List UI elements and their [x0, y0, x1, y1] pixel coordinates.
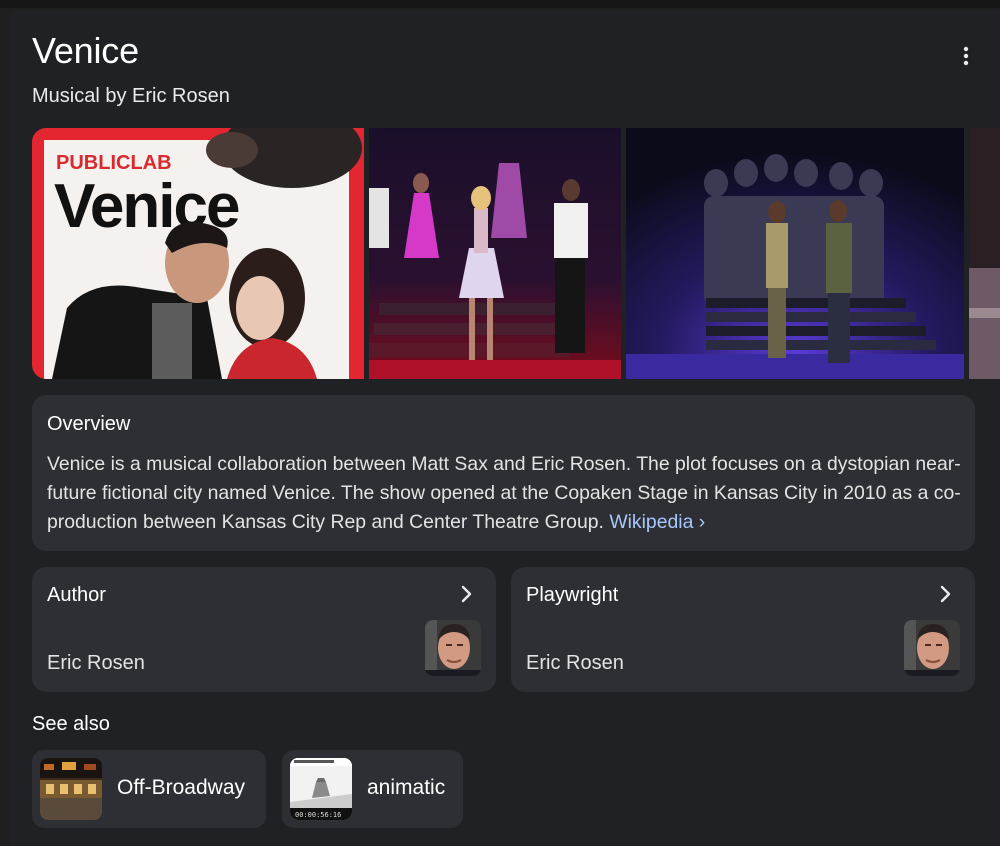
see-also-heading: See also [32, 713, 110, 735]
off-broadway-thumbnail [40, 758, 102, 820]
see-also-item-off-broadway[interactable]: Off-Broadway [32, 750, 266, 828]
author-label: Author [47, 584, 106, 606]
panel-title: Venice [32, 30, 139, 71]
see-also-item-animatic[interactable]: 00:00:56:16 animatic [282, 750, 463, 828]
stage-photo-ensemble[interactable] [626, 128, 964, 379]
image-carousel: PUBLICLAB Venice [32, 128, 1000, 379]
panel-subtitle: Musical by Eric Rosen [32, 85, 230, 107]
playwright-name: Eric Rosen [526, 652, 624, 674]
chevron-right-icon [940, 585, 951, 603]
overview-description: Venice is a musical collaboration betwee… [47, 453, 961, 533]
stage-photo-partial[interactable] [969, 128, 1000, 379]
author-name: Eric Rosen [47, 652, 145, 674]
chevron-right-icon [461, 585, 472, 603]
author-card[interactable]: Author Eric Rosen [32, 567, 496, 692]
playwright-card[interactable]: Playwright Eric Rosen [511, 567, 975, 692]
poster-logo: PUBLICLAB [56, 152, 172, 174]
author-avatar [425, 620, 481, 676]
top-bar [0, 0, 1000, 8]
more-vertical-icon [963, 46, 969, 66]
poster-image[interactable]: PUBLICLAB Venice [32, 128, 364, 379]
more-options-button[interactable] [952, 42, 980, 70]
overview-card: Overview Venice is a musical collaborati… [32, 395, 975, 551]
animatic-timestamp: 00:00:56:16 [295, 811, 341, 819]
playwright-label: Playwright [526, 584, 619, 606]
overview-text: Venice is a musical collaboration betwee… [47, 450, 962, 537]
playwright-avatar [904, 620, 960, 676]
off-broadway-label: Off-Broadway [117, 776, 245, 799]
animatic-label: animatic [367, 776, 446, 799]
stage-photo-dancer[interactable] [369, 128, 621, 379]
overview-heading: Overview [47, 413, 131, 435]
wikipedia-link[interactable]: Wikipedia › [609, 511, 705, 533]
animatic-thumbnail: 00:00:56:16 [290, 758, 352, 820]
